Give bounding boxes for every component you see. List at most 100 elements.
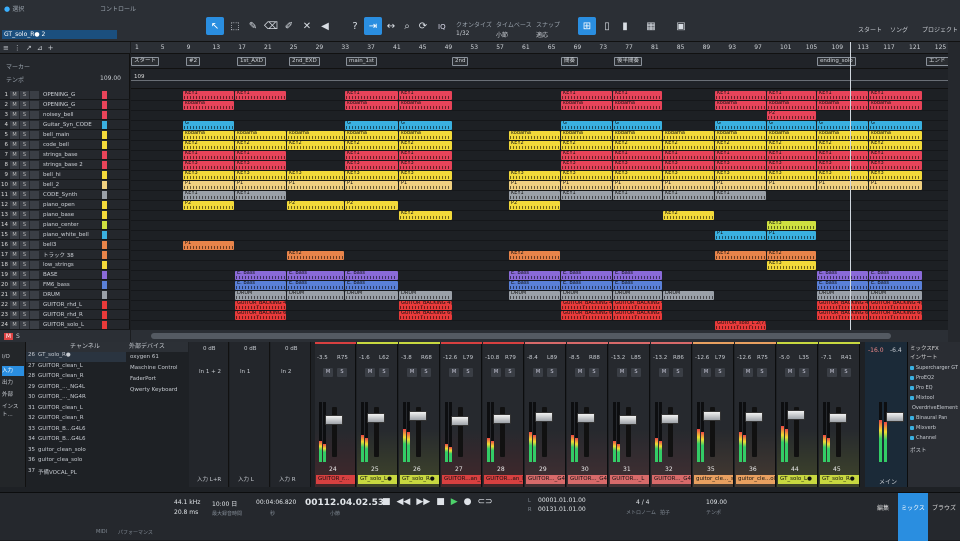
audio-clip[interactable]: kodama: [613, 131, 662, 140]
channel-solo-button[interactable]: S: [673, 368, 683, 377]
track-name[interactable]: トラック 38: [43, 251, 99, 259]
audio-clip[interactable]: KEY2: [869, 141, 922, 150]
record-icon[interactable]: ●: [464, 497, 472, 507]
audio-clip[interactable]: KEY2: [509, 141, 560, 150]
track-header[interactable]: 7 M Sstrings_base: [0, 150, 130, 160]
track-name[interactable]: bell_2: [43, 182, 99, 188]
mixer-nav-item[interactable]: 入力: [2, 366, 24, 376]
record-arm-icon[interactable]: [30, 160, 39, 169]
mute-button[interactable]: M: [10, 110, 19, 119]
input-source[interactable]: In 2: [281, 369, 291, 375]
audio-clip[interactable]: E. Bass: [345, 271, 398, 280]
mix-tab[interactable]: ミックス: [898, 493, 928, 541]
phone-icon[interactable]: ▣: [672, 17, 690, 35]
tempo-lane[interactable]: 109: [131, 69, 948, 89]
channel-mute-button[interactable]: M: [701, 368, 711, 377]
channel-name[interactable]: guitor_cle..._solo: [694, 475, 733, 484]
channel-pan[interactable]: L79: [463, 355, 473, 361]
channel-volume[interactable]: -3.8: [401, 355, 412, 361]
record-arm-icon[interactable]: [30, 220, 39, 229]
audio-clip[interactable]: KEY3: [767, 171, 816, 180]
channel-pan[interactable]: R41: [841, 355, 852, 361]
channel-solo-button[interactable]: S: [757, 368, 767, 377]
audio-clip[interactable]: P2: [767, 111, 816, 120]
track-name[interactable]: DRUM: [43, 292, 99, 298]
track-header[interactable]: 20 M S FM6_bass: [0, 280, 130, 290]
track-header[interactable]: 1 M S OPENING_G: [0, 90, 130, 100]
channel-mute-button[interactable]: M: [827, 368, 837, 377]
mute-button[interactable]: M: [10, 140, 19, 149]
channel-mute-button[interactable]: M: [407, 368, 417, 377]
audio-clip[interactable]: E. Bass: [235, 281, 286, 290]
audio-clip[interactable]: P1: [817, 181, 868, 190]
edit-tab[interactable]: 編集: [868, 493, 898, 541]
audio-clip[interactable]: kodama: [715, 131, 766, 140]
input-route[interactable]: 入力 L+R: [197, 475, 221, 483]
record-arm-icon[interactable]: [30, 230, 39, 239]
solo-button[interactable]: S: [20, 200, 29, 209]
channel-list-row[interactable]: 36 guitor_clea_solo: [26, 457, 126, 467]
audio-clip[interactable]: P2: [183, 201, 234, 210]
solo-button[interactable]: S: [20, 180, 29, 189]
record-arm-icon[interactable]: [30, 280, 39, 289]
timebase-select[interactable]: 小節: [496, 30, 508, 39]
mute-button[interactable]: M: [10, 270, 19, 279]
audio-clip[interactable]: KEY1: [613, 91, 662, 100]
channel-pan[interactable]: R75: [757, 355, 768, 361]
channel-name[interactable]: GUITOR_clean_L: [38, 405, 83, 415]
insert-name[interactable]: Pro EQ: [916, 385, 933, 391]
audio-clip[interactable]: KEY1: [613, 191, 662, 200]
channel-list-row[interactable]: 28 GUITOR_clean_R: [26, 373, 126, 383]
insert-slot[interactable]: Mixverb: [910, 423, 958, 432]
audio-clip[interactable]: GUITOR_solo_L 2(7): [715, 321, 766, 330]
record-arm-icon[interactable]: [30, 240, 39, 249]
audio-clip[interactable]: KEY3: [869, 171, 922, 180]
track-header[interactable]: 17 M S トラック 38: [0, 250, 130, 260]
audio-clip[interactable]: KEY3: [663, 171, 714, 180]
mute-button[interactable]: M: [10, 220, 19, 229]
channel-volume[interactable]: -1.6: [359, 355, 370, 361]
mixer-nav-item[interactable]: I/O: [2, 354, 24, 364]
channel-pan[interactable]: R68: [421, 355, 432, 361]
snap-toggle-icon[interactable]: ⊞: [578, 17, 596, 35]
mute-button[interactable]: M: [10, 250, 19, 259]
track-color-swatch[interactable]: [102, 270, 107, 279]
mute-button[interactable]: M: [10, 320, 19, 329]
channel-solo-button[interactable]: S: [337, 368, 347, 377]
track-name[interactable]: bell_hi: [43, 172, 99, 178]
audio-clip[interactable]: kodama: [509, 131, 560, 140]
mute-button[interactable]: M: [10, 230, 19, 239]
track-color-swatch[interactable]: [102, 200, 107, 209]
audio-clip[interactable]: KEY1: [509, 191, 560, 200]
audio-clip[interactable]: KEY1: [399, 151, 452, 160]
audio-clip[interactable]: GUITOR_BACKING 6(12): [235, 311, 286, 320]
channel-solo-button[interactable]: S: [379, 368, 389, 377]
track-name[interactable]: piano_open: [43, 202, 99, 208]
track-color-swatch[interactable]: [102, 110, 107, 119]
channel-name[interactable]: GT_solo_R●: [400, 475, 439, 484]
audio-clip[interactable]: KEY3: [869, 161, 922, 170]
mute-button[interactable]: M: [10, 150, 19, 159]
tool-b-icon[interactable]: ▮: [616, 17, 634, 35]
grid-menu-icon[interactable]: ▦: [642, 17, 660, 35]
track-color-swatch[interactable]: [102, 90, 107, 99]
channel-pan[interactable]: L79: [715, 355, 725, 361]
scroll-thumb[interactable]: [151, 333, 891, 339]
fader-cap[interactable]: [787, 410, 805, 420]
audio-clip[interactable]: kodama: [345, 131, 398, 140]
audio-clip[interactable]: KEY3: [345, 171, 398, 180]
track-name[interactable]: OPENING_G: [43, 92, 99, 98]
audio-clip[interactable]: G: [561, 121, 612, 130]
record-arm-icon[interactable]: [30, 150, 39, 159]
channel-list-row[interactable]: 27 GUITOR_clean_L: [26, 363, 126, 373]
audio-clip[interactable]: KEY2: [561, 141, 612, 150]
audio-clip[interactable]: KEY1: [817, 91, 868, 100]
audio-clip[interactable]: DRUM: [345, 291, 398, 300]
range-tool-icon[interactable]: ⬚: [226, 17, 244, 35]
audio-clip[interactable]: kodama: [613, 101, 662, 110]
channel-mute-button[interactable]: M: [491, 368, 501, 377]
insert-power-icon[interactable]: [910, 385, 914, 390]
channel-name[interactable]: GT_solo_R●: [38, 352, 71, 362]
track-color-swatch[interactable]: [102, 180, 107, 189]
channel-solo-button[interactable]: S: [463, 368, 473, 377]
